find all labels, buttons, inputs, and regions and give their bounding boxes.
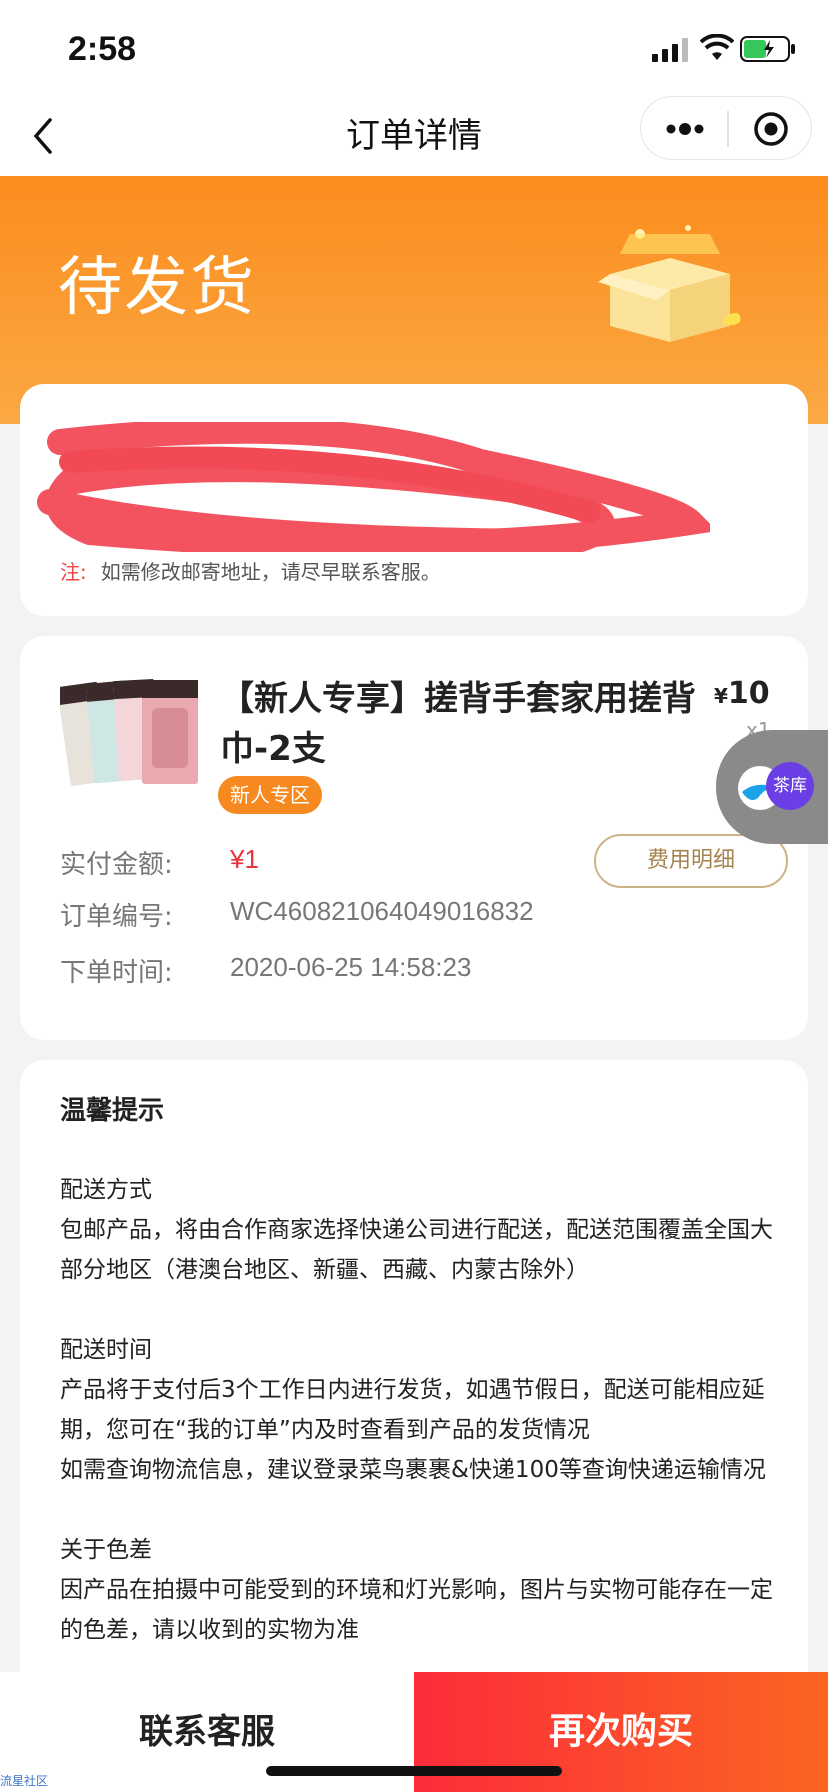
price-symbol: ¥	[714, 684, 728, 708]
tips-section-color-difference: 关于色差 因产品在拍摄中可能受到的环境和灯光影响，图片与实物可能存在一定的色差，…	[60, 1530, 780, 1650]
tips-heading: 配送方式	[60, 1177, 152, 1203]
tea-library-icon: 茶库	[766, 762, 814, 810]
miniprogram-capsule	[640, 96, 812, 160]
tips-section-shipping-method: 配送方式 包邮产品，将由合作商家选择快递公司进行配送，配送范围覆盖全国大部分地区…	[60, 1170, 780, 1290]
product-title[interactable]: 【新人专享】搓背手套家用搓背巾-2支	[220, 674, 710, 774]
product-image[interactable]	[60, 678, 208, 794]
product-price: ¥10	[714, 676, 770, 711]
tips-body: 配送方式 包邮产品，将由合作商家选择快递公司进行配送，配送范围覆盖全国大部分地区…	[60, 1170, 780, 1690]
close-miniprogram-icon[interactable]	[753, 111, 789, 147]
status-time: 2:58	[68, 30, 137, 68]
package-box-icon	[598, 225, 741, 342]
address-card[interactable]: 注: 如需修改邮寄地址，请尽早联系客服。	[20, 384, 808, 616]
tips-section-shipping-time: 配送时间 产品将于支付后3个工作日内进行发货，如遇节假日，配送可能相应延期，您可…	[60, 1330, 780, 1490]
order-number-value: WC460821064049016832	[230, 896, 534, 926]
order-card: 【新人专享】搓背手套家用搓背巾-2支 ¥10 x1 新人专区 实付金额: ¥1 …	[20, 636, 808, 1040]
note-prefix: 注:	[60, 560, 87, 584]
order-number-label: 订单编号:	[60, 902, 173, 932]
price-value: 10	[727, 676, 770, 711]
tips-heading: 配送时间	[60, 1337, 152, 1363]
address-note: 注: 如需修改邮寄地址，请尽早联系客服。	[60, 556, 441, 585]
watermark: 流星社区	[0, 1774, 49, 1788]
battery-icon	[740, 36, 795, 62]
redaction-scribble	[37, 422, 710, 552]
paid-amount-value: ¥1	[230, 844, 259, 874]
order-time-label: 下单时间:	[60, 958, 173, 988]
wifi-icon	[700, 34, 734, 60]
tips-line: 包邮产品，将由合作商家选择快递公司进行配送，配送范围覆盖全国大部分地区（港澳台地…	[60, 1217, 773, 1283]
more-icon[interactable]	[663, 115, 707, 143]
signal-icon	[652, 38, 688, 62]
tips-line: 产品将于支付后3个工作日内进行发货，如遇节假日，配送可能相应延期，您可在“我的订…	[60, 1377, 765, 1443]
order-time-value: 2020-06-25 14:58:23	[230, 952, 472, 982]
status-bar: 2:58	[0, 0, 828, 96]
tips-title: 温馨提示	[60, 1096, 165, 1126]
tips-heading: 关于色差	[60, 1537, 152, 1563]
capsule-divider	[727, 111, 729, 147]
order-status-text: 待发货	[58, 251, 256, 325]
note-text: 如需修改邮寄地址，请尽早联系客服。	[100, 560, 441, 584]
new-user-badge: 新人专区	[218, 776, 322, 814]
nav-bar: 订单详情	[0, 96, 828, 176]
tips-line: 因产品在拍摄中可能受到的环境和灯光影响，图片与实物可能存在一定的色差，请以收到的…	[60, 1577, 773, 1643]
paid-amount-label: 实付金额:	[60, 850, 173, 880]
floating-widget[interactable]: 茶库	[716, 730, 828, 844]
home-indicator	[266, 1766, 562, 1776]
tips-line: 如需查询物流信息，建议登录菜鸟裹裹&快递100等查询快递运输情况	[60, 1457, 766, 1483]
